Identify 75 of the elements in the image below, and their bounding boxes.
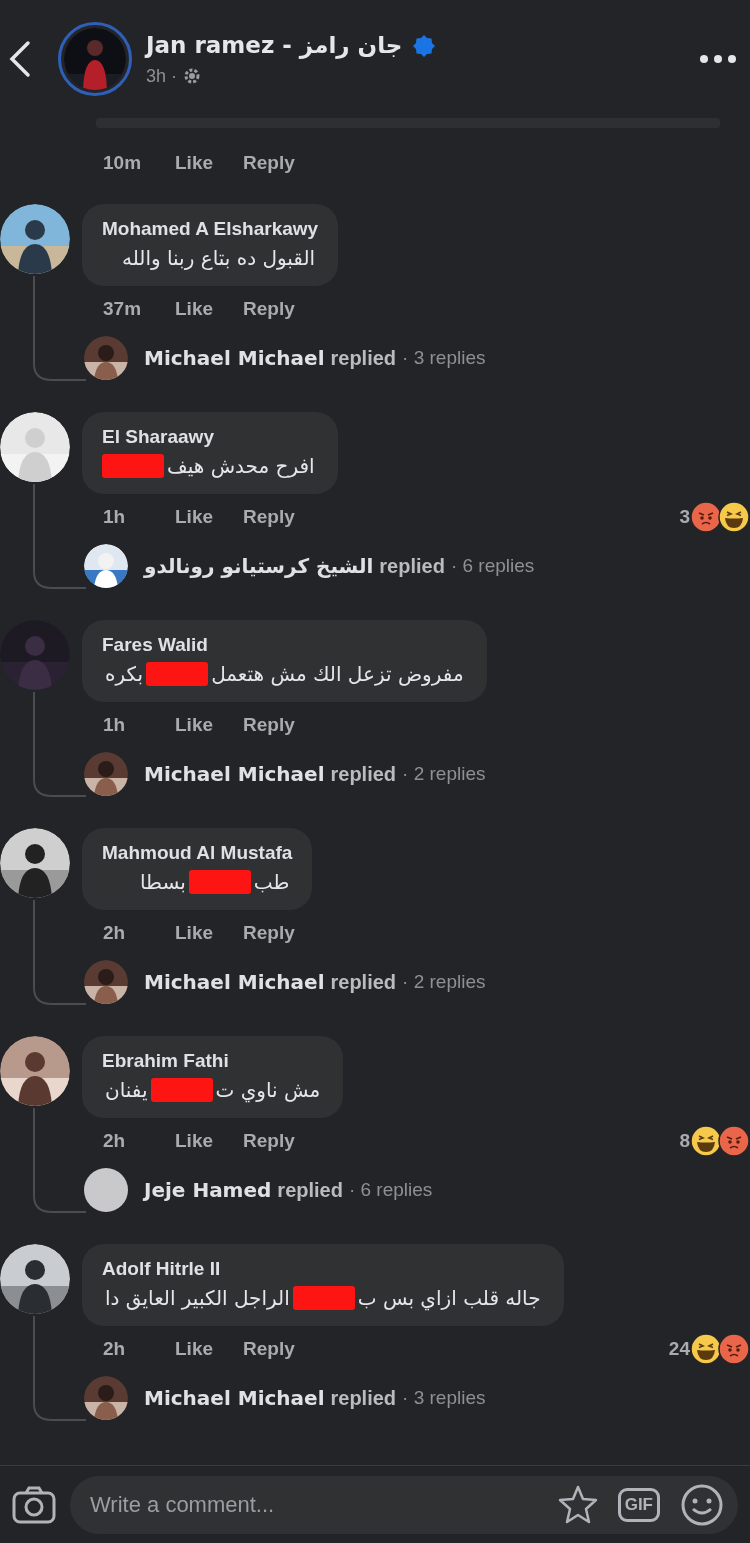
reaction-count: 3	[679, 504, 690, 529]
like-button[interactable]: Like	[175, 918, 214, 948]
comment-time: 1h	[103, 504, 127, 529]
post-time: 3h ·	[146, 64, 178, 88]
like-button[interactable]: Like	[175, 1126, 214, 1156]
comment-text: افرح محدش هيف	[166, 453, 316, 480]
reply-author[interactable]: Michael Michael	[144, 967, 325, 997]
like-button[interactable]: Like	[175, 710, 214, 740]
comment-time: 1h	[103, 712, 127, 737]
post-author[interactable]: Jan ramez - جان رامز	[146, 28, 403, 63]
reply-button[interactable]: Reply	[243, 710, 295, 740]
emoji-icon[interactable]	[680, 1482, 724, 1527]
comment-input[interactable]: Write a comment... GIF	[70, 1475, 738, 1534]
reply-author[interactable]: Jeje Hamed	[144, 1175, 272, 1205]
comment-text: مش ناوي ت	[214, 1077, 322, 1105]
laughing-face-icon	[690, 1125, 722, 1157]
redaction-mark	[150, 1078, 213, 1102]
angry-face-icon	[690, 501, 722, 533]
reply-count[interactable]: · 2 replies	[402, 759, 486, 789]
replied-label: replied	[330, 970, 397, 995]
comment-time: 2h	[103, 920, 127, 945]
replied-label: replied	[330, 762, 397, 787]
commenter-name[interactable]: El Sharaawy	[102, 424, 318, 450]
redaction-mark	[188, 870, 251, 894]
comment-time: 2h	[103, 1128, 127, 1153]
commenter-name[interactable]: Ebrahim Fathi	[102, 1048, 324, 1074]
commenter-name[interactable]: Mahmoud Al Mustafa	[102, 840, 293, 866]
reply-button[interactable]: Reply	[243, 148, 295, 178]
reply-author[interactable]: Michael Michael	[144, 1383, 325, 1413]
laughing-face-icon	[690, 1333, 722, 1365]
comment-time: 2h	[103, 1336, 127, 1361]
reply-button[interactable]: Reply	[243, 918, 295, 948]
replied-label: replied	[330, 1386, 397, 1411]
comment-text: مفروض تزعل الك مش هتعمل	[210, 661, 465, 688]
reaction-count: 8	[679, 1128, 690, 1153]
reply-button[interactable]: Reply	[243, 1126, 295, 1156]
redaction-mark	[146, 662, 209, 686]
like-button[interactable]: Like	[175, 1334, 214, 1364]
like-button[interactable]: Like	[175, 502, 214, 532]
comment-text: بكره	[104, 661, 145, 688]
replied-label: replied	[277, 1178, 343, 1203]
reply-button[interactable]: Reply	[243, 502, 295, 532]
reply-button[interactable]: Reply	[243, 1334, 295, 1364]
gear-icon	[183, 67, 202, 86]
replied-label: replied	[379, 554, 445, 579]
reply-author[interactable]: Michael Michael	[144, 343, 325, 373]
commenter-name[interactable]: Mohamed A Elsharkawy	[102, 216, 319, 242]
commenter-name[interactable]: Fares Walid	[102, 632, 467, 658]
reply-count[interactable]: · 3 replies	[402, 1383, 486, 1413]
more-options-icon[interactable]	[698, 53, 738, 65]
comment-text: القبول ده بتاع ربنا والله	[121, 245, 317, 272]
comment-time: 37m	[103, 296, 143, 321]
replied-label: replied	[330, 346, 397, 371]
reply-author[interactable]: الشيخ كرستيانو رونالدو	[144, 551, 374, 581]
redaction-mark	[102, 454, 164, 478]
gif-button[interactable]: GIF	[617, 1487, 660, 1522]
camera-icon[interactable]	[12, 1485, 56, 1524]
like-button[interactable]: Like	[175, 294, 214, 324]
avatar-icon	[84, 1168, 128, 1212]
reply-count[interactable]: · 3 replies	[402, 343, 486, 373]
like-button[interactable]: Like	[175, 148, 214, 178]
comment-text: جاله قلب ازاي بس ب	[356, 1285, 542, 1313]
comment-time: 10m	[103, 150, 143, 175]
comment-text: طب	[252, 869, 291, 896]
reply-author[interactable]: Michael Michael	[144, 759, 325, 789]
reply-button[interactable]: Reply	[243, 294, 295, 324]
reply-count[interactable]: · 6 replies	[450, 551, 535, 581]
reply-count[interactable]: · 2 replies	[402, 967, 486, 997]
comment-text: يفنان	[104, 1077, 149, 1104]
redaction-mark	[292, 1286, 355, 1310]
reply-count[interactable]: · 6 replies	[348, 1175, 433, 1205]
comment-text: الراجل الكبير العايق دا	[104, 1285, 291, 1312]
comment-text: بسطا	[138, 869, 187, 896]
commenter-name[interactable]: Adolf Hitrle II	[102, 1256, 544, 1282]
reaction-count: 24	[668, 1336, 690, 1361]
